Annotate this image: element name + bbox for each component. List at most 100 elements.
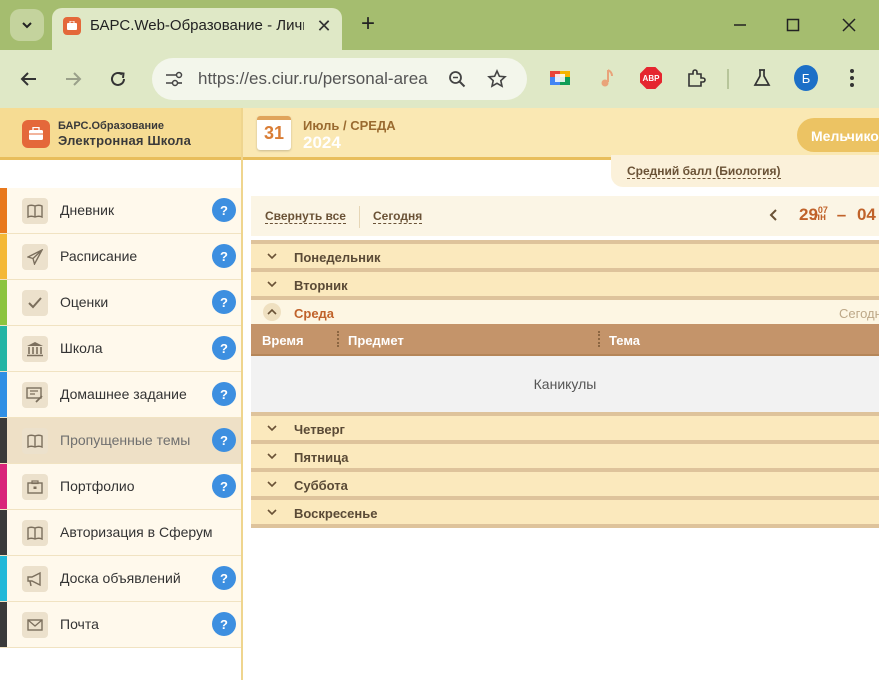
site-info-icon[interactable] [162,67,186,91]
week-range: 2907пн – 04 [799,205,876,225]
day-row-tuesday[interactable]: Вторник [251,268,879,296]
book-icon [22,198,48,224]
collapse-all-link[interactable]: Свернуть все [265,209,346,224]
help-icon[interactable]: ? [212,428,236,452]
days-bottom-border [251,524,879,528]
week-dash: – [836,205,847,224]
sidebar-item-schedule[interactable]: Расписание ? [0,234,241,280]
sidebar-color-stripe [0,510,7,555]
week-days-list: Понедельник Вторник Среда Сегодня Время … [251,240,879,528]
browser-toolbar: https://es.ciur.ru/personal-area ABP Б [0,50,879,108]
sidebar-item-label: Портфолио [60,478,135,494]
music-note-icon[interactable] [594,66,618,90]
minimize-button[interactable] [725,10,755,40]
sidebar-item-homework[interactable]: Домашнее задание ? [0,372,241,418]
bookmark-star-icon[interactable] [486,68,508,90]
week-start-weekday: пн [813,212,827,223]
day-row-thursday[interactable]: Четверг [251,412,879,440]
sidebar-color-stripe [0,556,7,601]
day-row-monday[interactable]: Понедельник [251,240,879,268]
maximize-button[interactable] [778,10,808,40]
url-text[interactable]: https://es.ciur.ru/personal-area [198,69,438,89]
paper-plane-icon [22,244,48,270]
book-icon [22,520,48,546]
day-row-sunday[interactable]: Воскресенье [251,496,879,524]
help-icon[interactable]: ? [212,566,236,590]
current-year: 2024 [303,133,341,152]
prev-week-chevron-icon[interactable] [765,205,781,225]
sidebar-color-stripe [0,280,7,325]
sidebar-item-label: Школа [60,340,103,356]
sidebar-color-stripe [0,188,7,233]
sidebar-item-portfolio[interactable]: Портфолио ? [0,464,241,510]
help-icon[interactable]: ? [212,290,236,314]
help-icon[interactable]: ? [212,244,236,268]
today-link[interactable]: Сегодня [373,209,423,224]
zoom-icon[interactable] [446,68,468,90]
sidebar-color-stripe [0,418,7,463]
sidebar-item-label: Доска объявлений [60,570,181,586]
help-icon[interactable]: ? [212,198,236,222]
briefcase-icon [22,120,50,148]
day-row-saturday[interactable]: Суббота [251,468,879,496]
average-grade-strip: Средний балл (Биология) [611,155,879,187]
building-icon [22,336,48,362]
chevron-down-icon [265,449,279,463]
window-close-button[interactable] [834,10,864,40]
browser-tab[interactable]: БАРС.Web-Образование - Личный кабинет ✕ [52,8,342,50]
tab-title: БАРС.Web-Образование - Личный кабинет [90,17,304,34]
brand-title: Электронная Школа [58,133,192,148]
average-grade-link[interactable]: Средний балл (Биология) [627,164,781,179]
extensions-puzzle-icon[interactable] [684,66,708,90]
sidebar-item-label: Авторизация в Сферум [60,524,213,540]
holiday-row: Каникулы [251,356,879,412]
sidebar-item-diary[interactable]: Дневник ? [0,188,241,234]
day-row-friday[interactable]: Пятница [251,440,879,468]
help-icon[interactable]: ? [212,612,236,636]
day-name: Вторник [294,278,348,293]
sidebar-color-stripe [0,464,7,509]
profile-avatar[interactable]: Б [794,65,818,91]
sidebar-item-label: Пропущенные темы [60,432,191,448]
help-icon[interactable]: ? [212,474,236,498]
day-name: Понедельник [294,250,381,265]
week-end-day: 04 [856,205,876,224]
diary-controls: Свернуть все Сегодня 2907пн – 04 [251,196,879,236]
sidebar-item-label: Дневник [60,202,115,218]
back-button[interactable] [14,64,44,94]
address-bar[interactable]: https://es.ciur.ru/personal-area [152,58,527,100]
adblock-icon[interactable]: ABP [639,66,663,90]
calendar-icon: 31 [257,116,291,150]
reload-button[interactable] [103,64,133,94]
sidebar-item-grades[interactable]: Оценки ? [0,280,241,326]
sidebar-item-sferum-auth[interactable]: Авторизация в Сферум [0,510,241,556]
site-logo[interactable]: БАРС.Образование Электронная Школа [0,108,241,160]
extension-palette-icon[interactable] [548,66,572,90]
sidebar-item-bulletin-board[interactable]: Доска объявлений ? [0,556,241,602]
flask-icon[interactable] [750,66,774,90]
sidebar-item-school[interactable]: Школа ? [0,326,241,372]
lessons-table-header: Время Предмет Тема [251,324,879,356]
kebab-menu-icon[interactable] [840,66,864,90]
page-header: 31 Июль / СРЕДА 2024 Мельчиков [243,108,879,160]
sidebar-color-stripe [0,602,7,647]
arrow-left-icon [20,72,36,86]
help-icon[interactable]: ? [212,382,236,406]
new-tab-button[interactable]: + [354,10,382,38]
sidebar-item-missed-topics[interactable]: Пропущенные темы ? [0,418,241,464]
calendar-day: 31 [263,122,285,143]
toolbar-separator [727,69,729,89]
forward-button[interactable] [58,64,88,94]
user-menu-button[interactable]: Мельчиков [797,118,879,152]
chevron-down-icon [265,249,279,263]
tab-search-button[interactable] [10,9,44,41]
homework-icon [22,382,48,408]
arrow-right-icon [66,72,82,86]
sidebar-item-mail[interactable]: Почта ? [0,602,241,648]
sidebar-divider [241,108,243,680]
day-name: Среда [294,306,335,321]
sidebar-item-label: Оценки [60,294,109,310]
tab-close-icon[interactable]: ✕ [312,14,336,38]
day-row-wednesday[interactable]: Среда Сегодня [251,296,879,324]
help-icon[interactable]: ? [212,336,236,360]
